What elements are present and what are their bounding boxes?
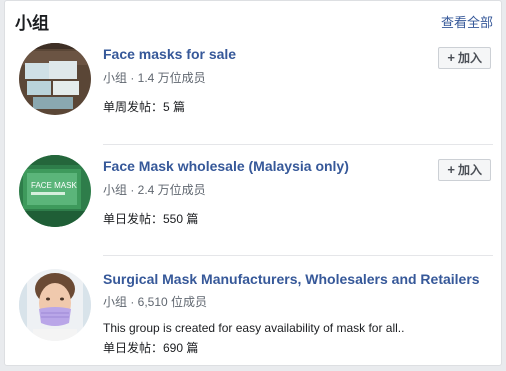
group-meta: 小组 · 1.4 万位成员	[103, 71, 206, 85]
plus-icon: +	[447, 162, 455, 177]
group-meta: 小组 · 6,510 位成员	[103, 295, 208, 309]
divider	[103, 144, 493, 145]
join-label: 加入	[457, 51, 482, 65]
group-avatar-image[interactable]: FACE MASK	[19, 155, 91, 227]
group-item: Surgical Mask Manufacturers, Wholesalers…	[15, 265, 493, 365]
join-button[interactable]: + 加入	[438, 159, 491, 181]
group-item: Face masks for sale 小组 · 1.4 万位成员 单周发帖：5…	[15, 43, 493, 143]
group-meta: 小组 · 2.4 万位成员	[103, 183, 206, 197]
group-name-link[interactable]: Surgical Mask Manufacturers, Wholesalers…	[103, 271, 480, 287]
group-post-frequency: 单日发帖：690 篇	[103, 341, 199, 355]
see-all-link[interactable]: 查看全部	[441, 12, 493, 31]
plus-icon: +	[447, 50, 455, 65]
group-avatar-image[interactable]	[19, 43, 91, 115]
section-title: 小组	[15, 14, 49, 33]
groups-header: 小组 查看全部	[15, 9, 493, 33]
join-label: 加入	[457, 163, 482, 177]
groups-card: 小组 查看全部 Face masks for sale 小组 · 1.4 万位成…	[4, 0, 502, 366]
group-avatar-image[interactable]	[19, 269, 91, 341]
join-button[interactable]: + 加入	[438, 47, 491, 69]
group-name-link[interactable]: Face masks for sale	[103, 46, 236, 62]
avatar-box-text: FACE MASK	[31, 181, 77, 190]
group-description: This group is created for easy availabil…	[103, 321, 405, 335]
divider	[103, 255, 493, 256]
group-post-frequency: 单周发帖：5 篇	[103, 100, 186, 114]
group-post-frequency: 单日发帖：550 篇	[103, 212, 199, 226]
group-name-link[interactable]: Face Mask wholesale (Malaysia only)	[103, 158, 349, 174]
group-item: FACE MASK Face Mask wholesale (Malaysia …	[15, 155, 493, 255]
